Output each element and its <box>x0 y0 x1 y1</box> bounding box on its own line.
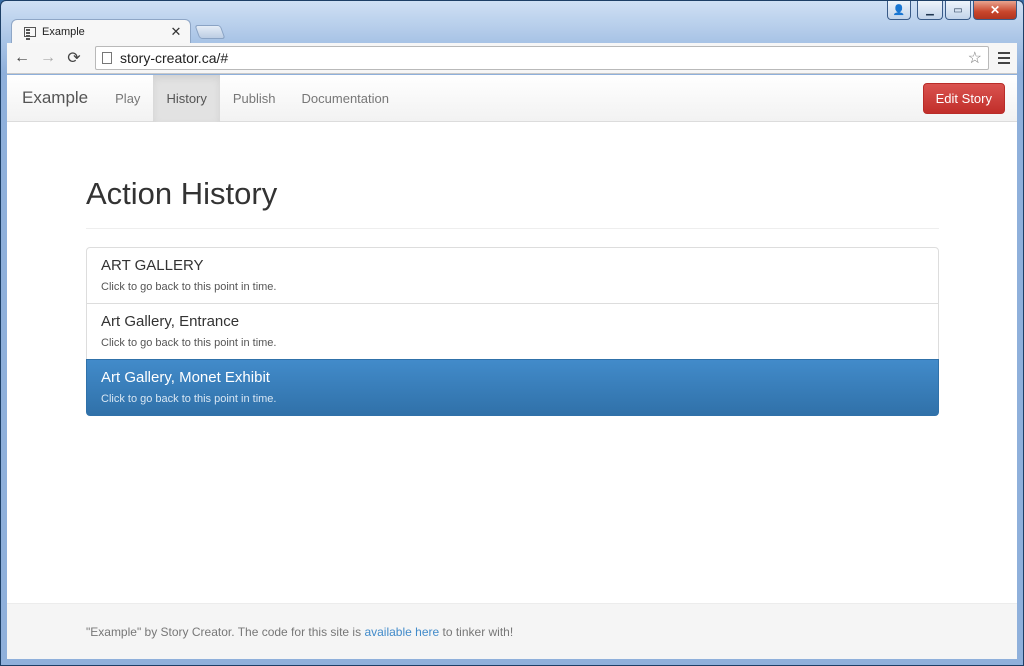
url-text[interactable]: story-creator.ca/# <box>120 50 968 66</box>
history-item[interactable]: ART GALLERY Click to go back to this poi… <box>86 247 939 304</box>
new-tab-button[interactable] <box>194 25 226 39</box>
tab-strip: Example ✕ <box>11 19 226 43</box>
edit-story-button[interactable]: Edit Story <box>922 83 1005 114</box>
browser-toolbar: ← → ⟳ story-creator.ca/# ☆ <box>7 43 1017 74</box>
history-item-heading: Art Gallery, Monet Exhibit <box>101 369 270 386</box>
site-footer: "Example" by Story Creator. The code for… <box>7 603 1017 659</box>
page-header: Action History <box>86 176 939 229</box>
reload-icon[interactable]: ⟳ <box>63 47 85 69</box>
browser-window: 👤 ▁ ▭ ✕ Example ✕ ← → ⟳ story-creator.ca… <box>0 0 1024 666</box>
chrome-menu-icon[interactable] <box>995 47 1013 69</box>
history-item-text: Click to go back to this point in time. <box>101 281 277 293</box>
close-window-button[interactable]: ✕ <box>973 1 1017 20</box>
page-icon <box>102 52 112 64</box>
footer-text-prefix: "Example" by Story Creator. The code for… <box>86 624 362 639</box>
footer-text-suffix: to tinker with! <box>442 624 514 639</box>
bookmark-star-icon[interactable]: ☆ <box>968 48 982 68</box>
main-container: Action History ART GALLERY Click to go b… <box>86 122 939 416</box>
tab-close-icon[interactable]: ✕ <box>170 24 182 40</box>
tab-title: Example <box>42 25 85 38</box>
page-title: Action History <box>86 176 278 211</box>
footer-source-link[interactable]: available here <box>364 625 439 639</box>
user-icon[interactable]: 👤 <box>887 1 911 20</box>
history-item-active[interactable]: Art Gallery, Monet Exhibit Click to go b… <box>86 359 939 416</box>
navbar-brand[interactable]: Example <box>22 88 88 108</box>
nav-link-play[interactable]: Play <box>102 75 153 122</box>
history-item-heading: Art Gallery, Entrance <box>101 313 240 330</box>
back-arrow-icon[interactable]: ← <box>11 47 33 69</box>
nav-link-history[interactable]: History <box>153 75 220 122</box>
minimize-button[interactable]: ▁ <box>917 1 943 20</box>
maximize-button[interactable]: ▭ <box>945 1 971 20</box>
page-favicon-icon <box>24 26 36 40</box>
nav-link-documentation[interactable]: Documentation <box>289 75 402 122</box>
nav-link-publish[interactable]: Publish <box>220 75 289 122</box>
history-item-text: Click to go back to this point in time. <box>101 393 277 405</box>
history-item-heading: ART GALLERY <box>101 257 204 274</box>
history-item-text: Click to go back to this point in time. <box>101 337 277 349</box>
history-list: ART GALLERY Click to go back to this poi… <box>86 247 939 416</box>
browser-tab[interactable]: Example ✕ <box>11 19 191 43</box>
page-viewport: Example Play History Publish Documentati… <box>7 75 1017 659</box>
site-navbar: Example Play History Publish Documentati… <box>7 75 1017 122</box>
window-controls: 👤 ▁ ▭ ✕ <box>887 1 1017 20</box>
forward-arrow-icon[interactable]: → <box>37 47 59 69</box>
history-item[interactable]: Art Gallery, Entrance Click to go back t… <box>86 303 939 360</box>
address-bar[interactable]: story-creator.ca/# ☆ <box>95 46 989 70</box>
